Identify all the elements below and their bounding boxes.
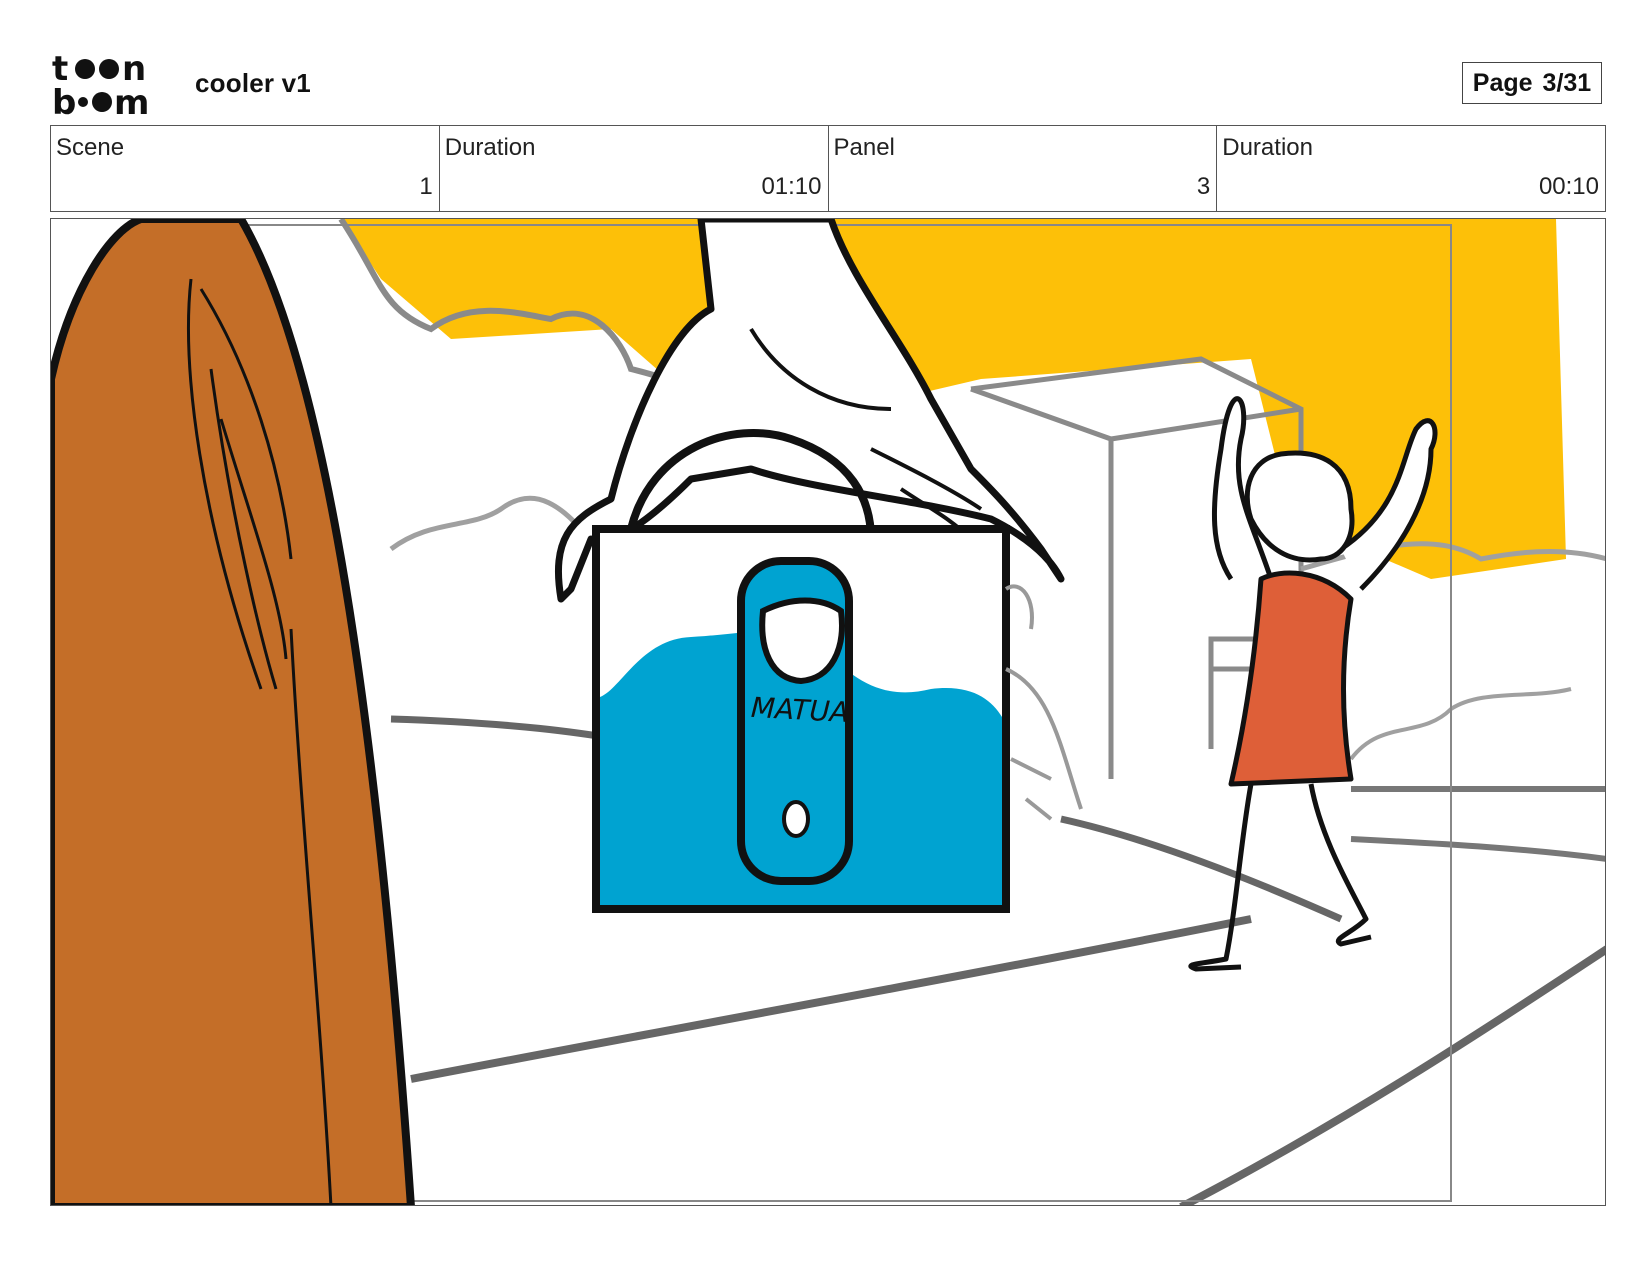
bottle-label-hole (759, 597, 845, 685)
scene-label: Scene (56, 134, 125, 161)
logo-dot (92, 92, 112, 112)
storyboard-panel: MATUA (50, 218, 1606, 1206)
scene-value: 1 (419, 173, 433, 200)
panel-duration-label: Duration (1222, 134, 1313, 161)
logo-dot (75, 59, 95, 79)
scene-duration-cell: Duration 01:10 (440, 126, 829, 211)
cooler-label-text: MATUA (750, 691, 850, 729)
page-label: Page (1472, 68, 1533, 97)
bottle-cap-hole (782, 800, 810, 838)
toon-boom-logo: t n b m (52, 52, 149, 118)
road-line (1060, 815, 1343, 923)
background-figure-sketch (1004, 584, 1083, 821)
logo-dot (99, 59, 119, 79)
project-title: cooler v1 (195, 68, 311, 98)
logo-letter-b: b (52, 83, 76, 118)
woman-legs (1188, 783, 1372, 972)
bush-sketch (1349, 687, 1572, 761)
panel-label: Panel (833, 134, 895, 161)
logo-dot (78, 97, 88, 107)
panel-duration-cell: Duration 00:10 (1217, 126, 1605, 211)
scene-cell: Scene 1 (51, 126, 440, 211)
woman-dress (1228, 570, 1354, 787)
panel-drawing: MATUA (51, 219, 1605, 1205)
foreground-door (51, 219, 415, 1205)
logo-letter-m: m (114, 83, 149, 118)
panel-info-table: Scene 1 Duration 01:10 Panel 3 Duration … (50, 125, 1606, 212)
panel-duration-value: 00:10 (1538, 173, 1599, 200)
page-indicator: Page 3/31 (1462, 62, 1602, 104)
road-line (1179, 945, 1605, 1205)
scene-duration-label: Duration (444, 134, 536, 161)
page-value: 3/31 (1542, 68, 1592, 97)
scene-duration-value: 01:10 (761, 173, 822, 200)
road-line (1350, 836, 1605, 862)
road-line (410, 915, 1252, 1083)
woman-head-hair (1244, 450, 1355, 563)
panel-cell: Panel 3 (829, 126, 1218, 211)
panel-value: 3 (1196, 173, 1211, 200)
